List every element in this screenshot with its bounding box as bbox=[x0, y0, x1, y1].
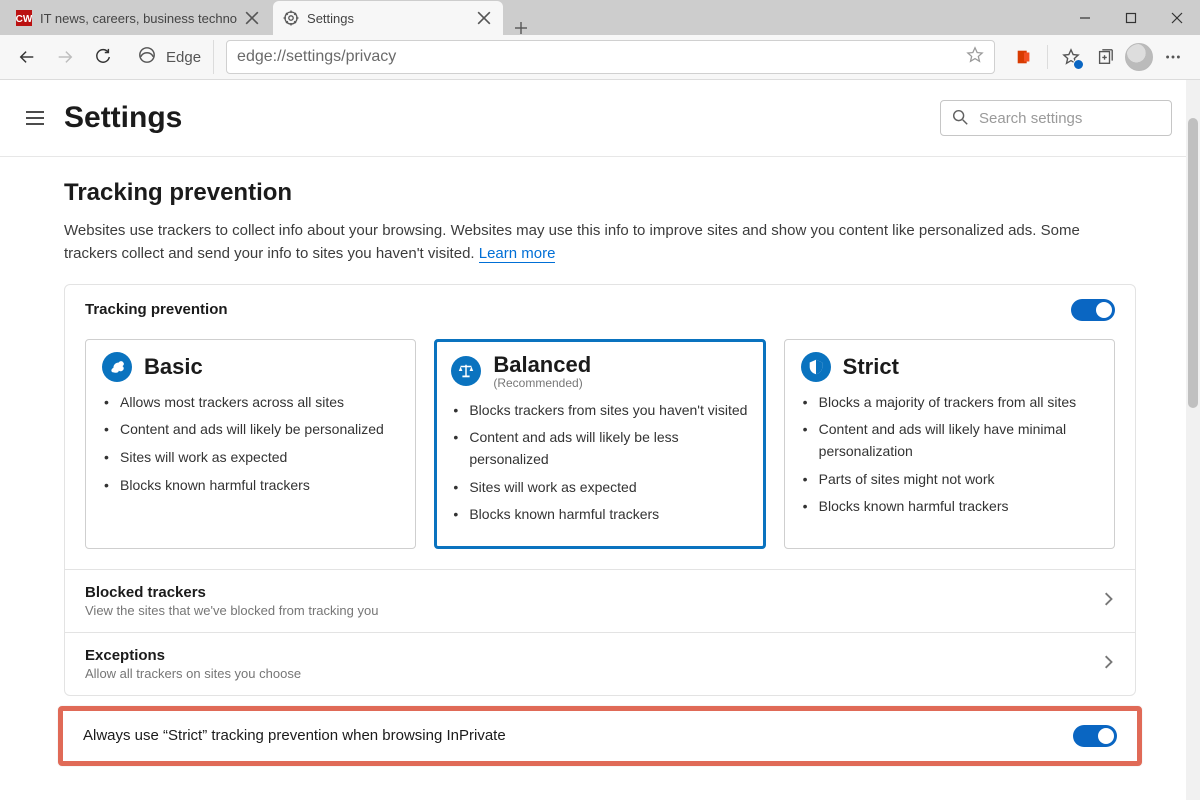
row-subtitle: Allow all trackers on sites you choose bbox=[85, 666, 301, 681]
squirrel-icon bbox=[102, 352, 132, 382]
tracking-prevention-toggle[interactable] bbox=[1071, 299, 1115, 321]
shield-icon bbox=[801, 352, 831, 382]
tab-label: IT news, careers, business techno bbox=[40, 11, 237, 26]
tracking-prevention-panel: Tracking prevention Basic Allow bbox=[64, 284, 1136, 696]
scales-icon bbox=[451, 356, 481, 386]
new-tab-button[interactable] bbox=[505, 21, 537, 35]
tracking-card-basic[interactable]: Basic Allows most trackers across all si… bbox=[85, 339, 416, 549]
tracking-card-balanced[interactable]: Balanced (Recommended) Blocks trackers f… bbox=[434, 339, 765, 549]
card-title: Basic bbox=[144, 354, 203, 380]
card-title: Balanced bbox=[493, 352, 591, 378]
card-bullet: Sites will work as expected bbox=[453, 477, 748, 499]
browser-toolbar: Edge edge://settings/privacy bbox=[0, 35, 1200, 80]
card-bullet: Sites will work as expected bbox=[104, 447, 399, 469]
tab-strip: CW IT news, careers, business techno Set… bbox=[0, 0, 1062, 35]
card-subtitle: (Recommended) bbox=[493, 376, 591, 390]
row-title: Exceptions bbox=[85, 647, 301, 664]
close-icon[interactable] bbox=[477, 11, 491, 25]
blocked-trackers-row[interactable]: Blocked trackers View the sites that we'… bbox=[65, 569, 1135, 632]
settings-header: Settings bbox=[0, 80, 1200, 157]
tab-label: Settings bbox=[307, 11, 469, 26]
strict-inprivate-row[interactable]: Always use “Strict” tracking prevention … bbox=[58, 706, 1142, 766]
panel-title: Tracking prevention bbox=[85, 301, 228, 318]
row-title: Always use “Strict” tracking prevention … bbox=[83, 727, 506, 744]
card-bullet: Content and ads will likely have minimal… bbox=[803, 419, 1098, 462]
tab-settings[interactable]: Settings bbox=[273, 1, 503, 35]
vertical-scrollbar[interactable] bbox=[1186, 80, 1200, 800]
maximize-button[interactable] bbox=[1108, 0, 1154, 35]
search-input[interactable] bbox=[979, 101, 1161, 135]
gear-icon bbox=[283, 10, 299, 26]
edge-logo-icon bbox=[138, 46, 156, 68]
site-identity[interactable]: Edge bbox=[130, 40, 214, 74]
card-bullet: Blocks known harmful trackers bbox=[453, 504, 748, 526]
card-bullet: Parts of sites might not work bbox=[803, 469, 1098, 491]
panel-header: Tracking prevention bbox=[65, 285, 1135, 335]
card-bullet: Blocks a majority of trackers from all s… bbox=[803, 392, 1098, 414]
favorites-button[interactable] bbox=[1054, 40, 1088, 74]
strict-inprivate-toggle[interactable] bbox=[1073, 725, 1117, 747]
window-titlebar: CW IT news, careers, business techno Set… bbox=[0, 0, 1200, 35]
separator bbox=[1047, 45, 1048, 69]
svg-text:CW: CW bbox=[16, 14, 32, 25]
card-bullet: Allows most trackers across all sites bbox=[104, 392, 399, 414]
close-window-button[interactable] bbox=[1154, 0, 1200, 35]
section-description: Websites use trackers to collect info ab… bbox=[64, 219, 1114, 266]
minimize-button[interactable] bbox=[1062, 0, 1108, 35]
scrollbar-thumb[interactable] bbox=[1188, 118, 1198, 408]
address-bar[interactable]: edge://settings/privacy bbox=[226, 40, 995, 74]
search-settings[interactable] bbox=[940, 100, 1172, 136]
refresh-button[interactable] bbox=[86, 40, 120, 74]
tracking-card-strict[interactable]: Strict Blocks a majority of trackers fro… bbox=[784, 339, 1115, 549]
avatar-icon bbox=[1125, 43, 1153, 71]
tracking-level-cards: Basic Allows most trackers across all si… bbox=[65, 335, 1135, 569]
card-bullet: Content and ads will likely be less pers… bbox=[453, 427, 748, 470]
favicon-cw-icon: CW bbox=[16, 10, 32, 26]
page-title: Settings bbox=[64, 101, 182, 135]
section-title: Tracking prevention bbox=[64, 179, 1136, 207]
card-title: Strict bbox=[843, 354, 899, 380]
card-bullet: Blocks trackers from sites you haven't v… bbox=[453, 400, 748, 422]
forward-button[interactable] bbox=[48, 40, 82, 74]
row-title: Blocked trackers bbox=[85, 584, 378, 601]
toolbar-right bbox=[1007, 40, 1190, 74]
back-button[interactable] bbox=[10, 40, 44, 74]
close-icon[interactable] bbox=[245, 11, 259, 25]
collections-button[interactable] bbox=[1088, 40, 1122, 74]
site-identity-label: Edge bbox=[166, 49, 201, 66]
tab-it-news[interactable]: CW IT news, careers, business techno bbox=[6, 1, 271, 35]
more-menu-button[interactable] bbox=[1156, 40, 1190, 74]
window-controls bbox=[1062, 0, 1200, 35]
chevron-right-icon bbox=[1101, 655, 1115, 672]
hamburger-menu-button[interactable] bbox=[24, 107, 46, 129]
chevron-right-icon bbox=[1101, 592, 1115, 609]
exceptions-row[interactable]: Exceptions Allow all trackers on sites y… bbox=[65, 632, 1135, 695]
tracking-prevention-section: Tracking prevention Websites use tracker… bbox=[0, 157, 1200, 696]
section-description-text: Websites use trackers to collect info ab… bbox=[64, 222, 1080, 262]
settings-page: Settings Tracking prevention Websites us… bbox=[0, 80, 1200, 800]
card-bullet: Blocks known harmful trackers bbox=[803, 496, 1098, 518]
profile-button[interactable] bbox=[1122, 40, 1156, 74]
favorite-star-icon[interactable] bbox=[966, 46, 984, 69]
row-subtitle: View the sites that we've blocked from t… bbox=[85, 603, 378, 618]
search-icon bbox=[951, 108, 969, 129]
card-bullet: Blocks known harmful trackers bbox=[104, 475, 399, 497]
office-extension-icon[interactable] bbox=[1007, 40, 1041, 74]
card-bullet: Content and ads will likely be personali… bbox=[104, 419, 399, 441]
learn-more-link[interactable]: Learn more bbox=[479, 245, 556, 263]
url-text: edge://settings/privacy bbox=[237, 48, 396, 66]
